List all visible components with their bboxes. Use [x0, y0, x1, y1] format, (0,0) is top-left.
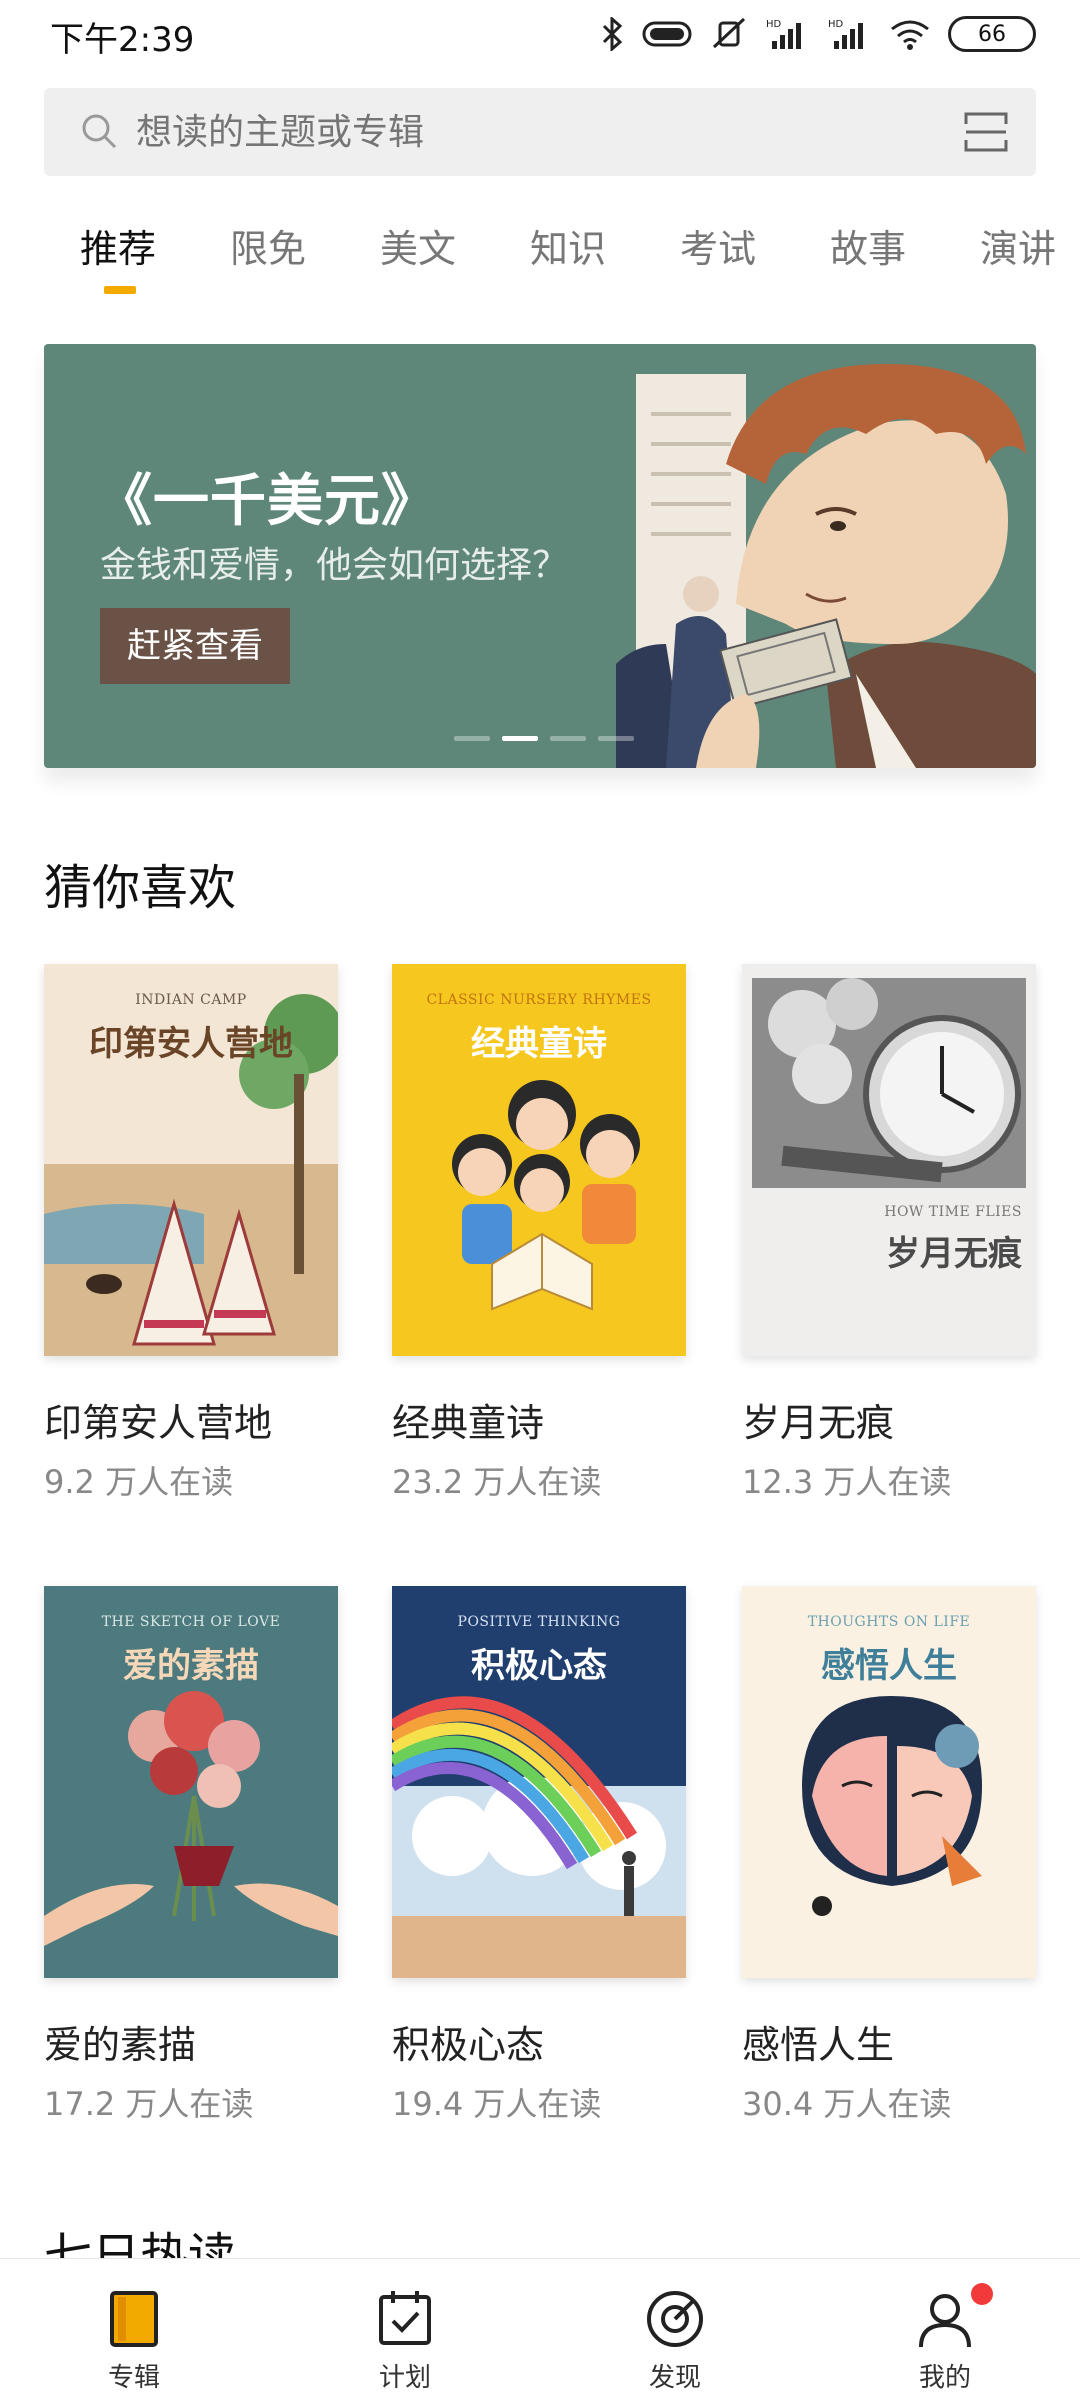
- book-card[interactable]: THE SKETCH OF LOVE 爱的素描 爱的素描 17.2 万人在读: [44, 1586, 338, 2125]
- status-bar: 下午2:39 HD HD 66: [0, 0, 1080, 66]
- book-cover[interactable]: INDIAN CAMP 印第安人营地: [44, 964, 338, 1356]
- nav-label: 专辑: [107, 2363, 160, 2393]
- book-card[interactable]: POSITIVE THINKING 积极心态 积极心态 19.4 万人在读: [392, 1586, 686, 2125]
- nav-mine[interactable]: 我的: [845, 2259, 1045, 2400]
- book-title[interactable]: 积极心态: [392, 2014, 686, 2069]
- promo-banner[interactable]: 《一千美元》 金钱和爱情，他会如何选择？ 赶紧查看: [44, 344, 1036, 768]
- book-readers: 19.4 万人在读: [392, 2085, 602, 2123]
- nav-album[interactable]: 专辑: [34, 2259, 234, 2400]
- cover-subtitle: HOW TIME FLIES: [884, 1204, 1022, 1220]
- cover-subtitle: CLASSIC NURSERY RHYMES: [426, 992, 652, 1008]
- tab-knowledge[interactable]: 知识: [530, 218, 606, 273]
- status-icons: HD HD 66: [600, 14, 1036, 54]
- carousel-dots: [454, 736, 634, 741]
- search-input[interactable]: [136, 88, 916, 176]
- tab-recommend[interactable]: 推荐: [80, 218, 156, 273]
- nav-label: 我的: [918, 2363, 971, 2393]
- tab-essay[interactable]: 美文: [380, 218, 456, 273]
- banner-illustration: [616, 364, 1036, 768]
- cover-title: 岁月无痕: [886, 1234, 1022, 1274]
- book-readers: 30.4 万人在读: [742, 2085, 952, 2123]
- book-card[interactable]: CLASSIC NURSERY RHYMES 经典童诗 经典童诗 23.2 万人…: [392, 964, 686, 1503]
- book-title[interactable]: 经典童诗: [392, 1392, 686, 1447]
- book-readers: 9.2 万人在读: [44, 1463, 234, 1501]
- cover-title: 经典童诗: [471, 1024, 607, 1064]
- book-cover[interactable]: THE SKETCH OF LOVE 爱的素描: [44, 1586, 338, 1978]
- book-readers: 23.2 万人在读: [392, 1463, 602, 1501]
- calendar-check-icon: [379, 2291, 431, 2345]
- bluetooth-icon: [602, 17, 623, 51]
- carousel-dot-active[interactable]: [502, 736, 538, 741]
- signal-icon: HD: [766, 19, 801, 49]
- cover-illustration: [752, 978, 1026, 1188]
- album-icon: [110, 2291, 158, 2347]
- cover-subtitle: THOUGHTS ON LIFE: [807, 1614, 971, 1630]
- toggle-icon: [642, 21, 692, 47]
- book-readers: 17.2 万人在读: [44, 2085, 254, 2123]
- section-title-guess: 猜你喜欢: [44, 860, 237, 916]
- status-time: 下午2:39: [50, 20, 195, 60]
- nav-plan[interactable]: 计划: [305, 2259, 505, 2400]
- notification-badge: [971, 2283, 993, 2305]
- tab-speech[interactable]: 演讲: [980, 218, 1056, 273]
- cover-title: 积极心态: [471, 1646, 607, 1686]
- nav-discover[interactable]: 发现: [575, 2259, 775, 2400]
- book-readers: 12.3 万人在读: [742, 1463, 952, 1501]
- tab-indicator: [104, 286, 136, 294]
- cover-subtitle: THE SKETCH OF LOVE: [101, 1614, 281, 1630]
- svg-text:HD: HD: [828, 19, 844, 30]
- book-cover[interactable]: POSITIVE THINKING 积极心态: [392, 1586, 686, 1978]
- scan-icon[interactable]: [962, 108, 1010, 156]
- book-cover[interactable]: THOUGHTS ON LIFE 感悟人生: [742, 1586, 1036, 1978]
- book-card[interactable]: HOW TIME FLIES 岁月无痕 岁月无痕 12.3 万人在读: [742, 964, 1036, 1503]
- tab-free[interactable]: 限免: [230, 218, 306, 273]
- book-title[interactable]: 岁月无痕: [742, 1392, 1036, 1447]
- search-bar[interactable]: [44, 88, 1036, 176]
- cover-title: 印第安人营地: [89, 1024, 293, 1064]
- battery-indicator: 66: [948, 16, 1036, 52]
- banner-cta-button[interactable]: 赶紧查看: [100, 608, 290, 684]
- book-cover[interactable]: HOW TIME FLIES 岁月无痕: [742, 964, 1036, 1356]
- carousel-dot[interactable]: [550, 736, 586, 741]
- tab-exam[interactable]: 考试: [680, 218, 756, 273]
- carousel-dot[interactable]: [598, 736, 634, 741]
- signal-icon: HD: [828, 19, 863, 49]
- book-title[interactable]: 印第安人营地: [44, 1392, 338, 1447]
- user-icon: [919, 2294, 971, 2348]
- target-icon: [647, 2291, 703, 2347]
- book-title[interactable]: 感悟人生: [742, 2014, 1036, 2069]
- wifi-icon: [891, 20, 929, 50]
- banner-subtitle: 金钱和爱情，他会如何选择？: [100, 545, 569, 586]
- carousel-dot[interactable]: [454, 736, 490, 741]
- book-cover[interactable]: CLASSIC NURSERY RHYMES 经典童诗: [392, 964, 686, 1356]
- cover-subtitle: POSITIVE THINKING: [457, 1614, 621, 1630]
- svg-text:HD: HD: [766, 19, 782, 30]
- nav-label: 计划: [378, 2363, 431, 2393]
- cover-title: 爱的素描: [123, 1646, 259, 1686]
- vibrate-off-icon: [712, 17, 746, 49]
- book-title[interactable]: 爱的素描: [44, 2014, 338, 2069]
- cover-title: 感悟人生: [821, 1646, 957, 1686]
- search-icon: [82, 114, 117, 149]
- banner-title: 《一千美元》: [96, 469, 438, 534]
- tab-story[interactable]: 故事: [830, 218, 906, 273]
- book-card[interactable]: THOUGHTS ON LIFE 感悟人生 感悟人生 30.4 万人在读: [742, 1586, 1036, 2125]
- bottom-nav: 专辑 计划 发现 我的: [0, 2258, 1080, 2400]
- category-tabs: 推荐 限免 美文 知识 考试 故事 演讲: [0, 218, 1080, 308]
- cover-subtitle: INDIAN CAMP: [135, 992, 247, 1008]
- nav-label: 发现: [648, 2363, 701, 2393]
- book-card[interactable]: INDIAN CAMP 印第安人营地 印第安人营地 9.2 万人在读: [44, 964, 338, 1503]
